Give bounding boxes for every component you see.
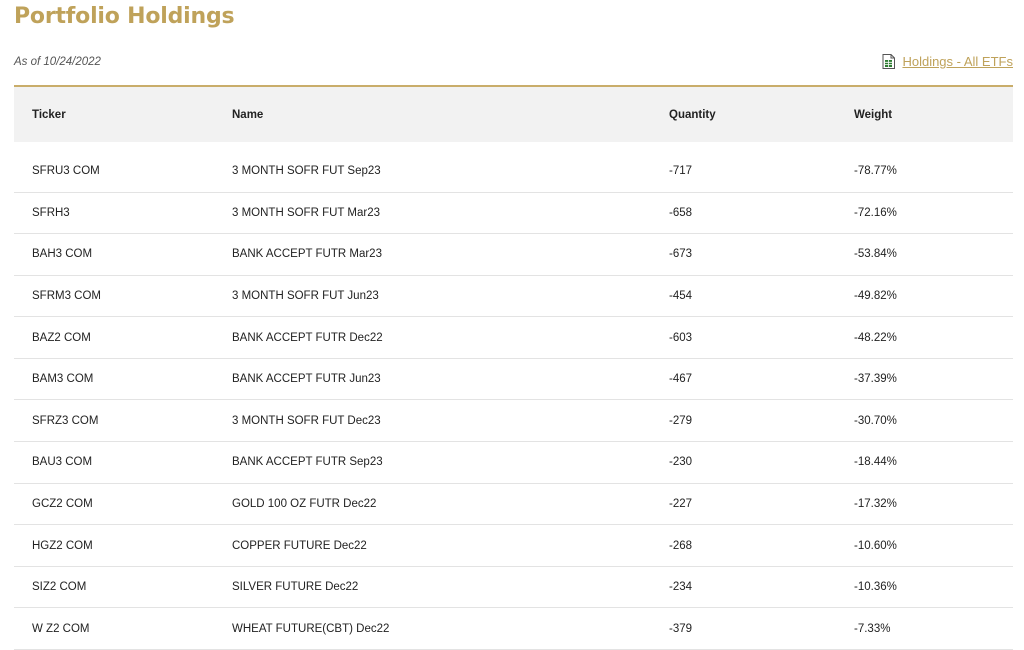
quantity-cell: -230 xyxy=(669,456,693,469)
quantity-cell: -227 xyxy=(669,497,693,510)
holdings-table: Ticker Name Quantity Weight SFRU3 COM 3 … xyxy=(14,87,1013,650)
table-row: SIZ2 COM SILVER FUTURE Dec22 -234 -10.36… xyxy=(14,566,1013,608)
column-header-weight: Weight xyxy=(854,108,893,121)
name-cell: BANK ACCEPT FUTR Sep23 xyxy=(232,456,383,469)
weight-cell: -18.44% xyxy=(854,456,897,469)
weight-cell: -7.33% xyxy=(854,622,891,635)
ticker-cell: BAZ2 COM xyxy=(32,331,91,344)
table-row: BAZ2 COM BANK ACCEPT FUTR Dec22 -603 -48… xyxy=(14,317,1013,359)
weight-cell: -37.39% xyxy=(854,373,897,386)
holdings-page: Portfolio Holdings As of 10/24/2022 Hold… xyxy=(0,0,1024,650)
name-cell: GOLD 100 OZ FUTR Dec22 xyxy=(232,497,377,510)
ticker-cell: BAU3 COM xyxy=(32,456,93,469)
name-cell: 3 MONTH SOFR FUT Jun23 xyxy=(232,289,379,302)
ticker-cell: SFRU3 COM xyxy=(32,164,100,177)
name-cell: WHEAT FUTURE(CBT) Dec22 xyxy=(232,622,390,635)
quantity-cell: -603 xyxy=(669,331,693,344)
weight-cell: -17.32% xyxy=(854,497,897,510)
holdings-download-link[interactable]: Holdings - All ETFs xyxy=(882,54,1013,69)
spreadsheet-icon xyxy=(882,54,896,69)
table-row: BAH3 COM BANK ACCEPT FUTR Mar23 -673 -53… xyxy=(14,234,1013,276)
column-header-quantity: Quantity xyxy=(669,108,716,121)
name-cell: SILVER FUTURE Dec22 xyxy=(232,581,359,594)
quantity-cell: -379 xyxy=(669,622,693,635)
name-cell: 3 MONTH SOFR FUT Mar23 xyxy=(232,206,381,219)
table-row: SFRM3 COM 3 MONTH SOFR FUT Jun23 -454 -4… xyxy=(14,275,1013,317)
weight-cell: -48.22% xyxy=(854,331,897,344)
quantity-cell: -717 xyxy=(669,164,693,177)
quantity-cell: -673 xyxy=(669,248,693,261)
quantity-cell: -234 xyxy=(669,581,693,594)
ticker-cell: GCZ2 COM xyxy=(32,497,93,510)
weight-cell: -10.60% xyxy=(854,539,897,552)
ticker-cell: SFRH3 xyxy=(32,206,70,219)
ticker-cell: BAM3 COM xyxy=(32,373,94,386)
table-row: HGZ2 COM COPPER FUTURE Dec22 -268 -10.60… xyxy=(14,525,1013,567)
name-cell: BANK ACCEPT FUTR Mar23 xyxy=(232,248,382,261)
ticker-cell: SIZ2 COM xyxy=(32,581,87,594)
ticker-cell: W Z2 COM xyxy=(32,622,90,635)
weight-cell: -49.82% xyxy=(854,289,897,302)
name-cell: BANK ACCEPT FUTR Dec22 xyxy=(232,331,383,344)
weight-cell: -30.70% xyxy=(854,414,897,427)
name-cell: COPPER FUTURE Dec22 xyxy=(232,539,367,552)
table-row: BAM3 COM BANK ACCEPT FUTR Jun23 -467 -37… xyxy=(14,358,1013,400)
ticker-cell: BAH3 COM xyxy=(32,248,93,261)
name-cell: 3 MONTH SOFR FUT Sep23 xyxy=(232,164,381,177)
table-row: SFRZ3 COM 3 MONTH SOFR FUT Dec23 -279 -3… xyxy=(14,400,1013,442)
ticker-cell: HGZ2 COM xyxy=(32,539,93,552)
name-cell: BANK ACCEPT FUTR Jun23 xyxy=(232,373,381,386)
weight-cell: -78.77% xyxy=(854,164,897,177)
table-row: SFRU3 COM 3 MONTH SOFR FUT Sep23 -717 -7… xyxy=(14,142,1013,192)
quantity-cell: -454 xyxy=(669,289,693,302)
table-row: SFRH3 3 MONTH SOFR FUT Mar23 -658 -72.16… xyxy=(14,192,1013,234)
quantity-cell: -467 xyxy=(669,373,693,386)
weight-cell: -10.36% xyxy=(854,581,897,594)
quantity-cell: -279 xyxy=(669,414,693,427)
column-header-name: Name xyxy=(232,108,264,121)
holdings-download-label: Holdings - All ETFs xyxy=(902,54,1013,69)
column-header-ticker: Ticker xyxy=(32,108,66,121)
table-header-row: Ticker Name Quantity Weight xyxy=(14,87,1013,142)
ticker-cell: SFRZ3 COM xyxy=(32,414,99,427)
quantity-cell: -268 xyxy=(669,539,693,552)
weight-cell: -72.16% xyxy=(854,206,897,219)
table-row: W Z2 COM WHEAT FUTURE(CBT) Dec22 -379 -7… xyxy=(14,608,1013,650)
quantity-cell: -658 xyxy=(669,206,693,219)
table-row: BAU3 COM BANK ACCEPT FUTR Sep23 -230 -18… xyxy=(14,442,1013,484)
table-row: GCZ2 COM GOLD 100 OZ FUTR Dec22 -227 -17… xyxy=(14,483,1013,525)
weight-cell: -53.84% xyxy=(854,248,897,261)
ticker-cell: SFRM3 COM xyxy=(32,289,101,302)
page-title: Portfolio Holdings xyxy=(14,4,235,29)
as-of-date: As of 10/24/2022 xyxy=(14,56,101,68)
name-cell: 3 MONTH SOFR FUT Dec23 xyxy=(232,414,381,427)
